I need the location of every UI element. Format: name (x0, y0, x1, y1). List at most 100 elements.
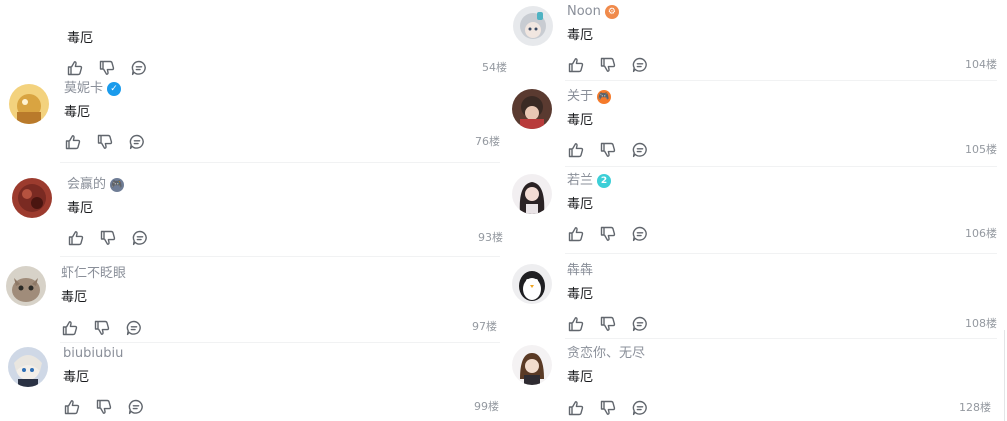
username-row: Noon ⚙ (567, 3, 619, 21)
avatar[interactable] (8, 347, 48, 387)
floor-number: 128楼 (959, 401, 991, 414)
username[interactable]: 虾仁不眨眼 (61, 265, 126, 283)
floor-number: 104楼 (965, 58, 997, 71)
floor-number: 106楼 (965, 227, 997, 240)
thumbs-up-icon[interactable] (64, 133, 82, 151)
comment-text: 毒厄 (63, 370, 90, 385)
reply-bubble-icon[interactable] (631, 225, 649, 243)
comment-divider (565, 338, 997, 339)
comment-column-right: Noon ⚙ 毒厄 104楼 关于 🎮 毒厄 105楼 若兰 2 毒厄 106楼 犇犇 毒厄 108楼 贪恋你… (505, 0, 1007, 421)
comment-divider (565, 166, 997, 167)
username[interactable]: 贪恋你、无尽 (567, 345, 645, 363)
thumbs-down-icon[interactable] (599, 141, 617, 159)
avatar[interactable] (9, 84, 49, 124)
thumbs-up-icon[interactable] (567, 315, 585, 333)
username-row: 关于 🎮 (567, 88, 612, 106)
reply-bubble-icon[interactable] (127, 398, 145, 416)
comment-text: 毒厄 (567, 197, 594, 212)
avatar[interactable] (12, 178, 52, 218)
user-badge-icon: ✓ (107, 82, 122, 96)
comment-actions (567, 398, 649, 418)
username[interactable]: 会赢的 (67, 176, 106, 194)
username[interactable]: 关于 (567, 88, 593, 106)
comment-actions (567, 55, 649, 75)
comment-text: 毒厄 (64, 105, 91, 120)
username-row: 犇犇 (567, 262, 593, 280)
reply-bubble-icon[interactable] (631, 56, 649, 74)
thumbs-up-icon[interactable] (567, 399, 585, 417)
comment-actions (67, 228, 149, 248)
username[interactable]: 莫妮卡 (64, 80, 103, 98)
username[interactable]: 若兰 (567, 172, 593, 190)
comment-actions (567, 140, 649, 160)
floor-number: 108楼 (965, 317, 997, 330)
user-badge-icon: 🎮 (597, 90, 612, 104)
comment-actions (567, 314, 649, 334)
reply-bubble-icon[interactable] (631, 399, 649, 417)
thumbs-down-icon[interactable] (95, 398, 113, 416)
thumbs-up-icon[interactable] (61, 319, 79, 337)
thumbs-up-icon[interactable] (567, 141, 585, 159)
username-row: 若兰 2 (567, 172, 612, 190)
thumbs-up-icon[interactable] (63, 398, 81, 416)
comment-actions (64, 132, 146, 152)
floor-number: 105楼 (965, 143, 997, 156)
comment-divider (60, 342, 500, 343)
reply-bubble-icon[interactable] (131, 229, 149, 247)
thumbs-up-icon[interactable] (67, 229, 85, 247)
thumbs-down-icon[interactable] (599, 315, 617, 333)
comment-actions (567, 224, 649, 244)
comment-text: 毒厄 (67, 31, 94, 46)
floor-number: 54楼 (482, 61, 507, 74)
thumbs-down-icon[interactable] (599, 56, 617, 74)
avatar[interactable] (6, 266, 46, 306)
avatar[interactable] (513, 6, 553, 46)
thumbs-up-icon[interactable] (567, 56, 585, 74)
comment-actions (66, 58, 148, 78)
thumbs-down-icon[interactable] (599, 225, 617, 243)
comment-divider (565, 80, 997, 81)
comment-text: 毒厄 (567, 113, 594, 128)
thumbs-up-icon[interactable] (66, 59, 84, 77)
comment-divider (565, 253, 997, 254)
username-row: 虾仁不眨眼 (61, 265, 126, 283)
comment-actions (63, 397, 145, 417)
comment-text: 毒厄 (567, 287, 594, 302)
reply-bubble-icon[interactable] (125, 319, 143, 337)
comment-text: 毒厄 (61, 290, 88, 305)
thumbs-down-icon[interactable] (98, 59, 116, 77)
comment-text: 毒厄 (567, 370, 594, 385)
thumbs-down-icon[interactable] (99, 229, 117, 247)
comment-text: 毒厄 (567, 28, 594, 43)
comment-actions (61, 318, 143, 338)
floor-number: 93楼 (478, 231, 503, 244)
comment-text: 毒厄 (67, 201, 94, 216)
avatar[interactable] (512, 345, 552, 385)
thumbs-down-icon[interactable] (96, 133, 114, 151)
username-row: 贪恋你、无尽 (567, 345, 645, 363)
floor-number: 76楼 (475, 135, 500, 148)
username[interactable]: 犇犇 (567, 262, 593, 280)
comment-column-left: 毒厄 54楼 莫妮卡 ✓ 毒厄 76楼 会赢的 🎮 毒厄 93楼 虾仁不眨眼 毒厄 97楼 biubiub… (0, 0, 510, 421)
user-badge-icon: ⚙ (604, 5, 619, 19)
avatar[interactable] (512, 264, 552, 304)
reply-bubble-icon[interactable] (631, 315, 649, 333)
username[interactable]: Noon (567, 3, 601, 21)
comment-divider (60, 256, 500, 257)
thumbs-down-icon[interactable] (93, 319, 111, 337)
floor-number: 97楼 (472, 320, 497, 333)
thumbs-up-icon[interactable] (567, 225, 585, 243)
thumbs-down-icon[interactable] (599, 399, 617, 417)
reply-bubble-icon[interactable] (130, 59, 148, 77)
avatar[interactable] (512, 174, 552, 214)
username[interactable]: biubiubiu (63, 345, 123, 363)
user-badge-icon: 🎮 (110, 178, 125, 192)
reply-bubble-icon[interactable] (631, 141, 649, 159)
username-row: 会赢的 🎮 (67, 176, 125, 194)
username-row: biubiubiu (63, 345, 123, 363)
panel-edge (1004, 330, 1005, 421)
avatar[interactable] (512, 89, 552, 129)
user-badge-icon: 2 (597, 174, 612, 188)
reply-bubble-icon[interactable] (128, 133, 146, 151)
username-row: 莫妮卡 ✓ (64, 80, 122, 98)
